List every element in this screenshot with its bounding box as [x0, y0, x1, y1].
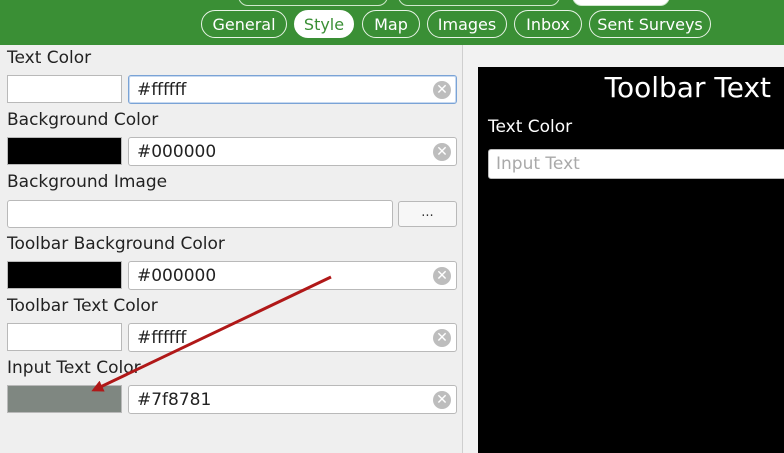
toolbar-background-color-input[interactable] — [129, 262, 419, 289]
clear-icon[interactable]: ✕ — [433, 143, 451, 161]
input-text-color-field[interactable]: ✕ — [128, 385, 457, 414]
toolbar-text-color-swatch[interactable] — [7, 323, 122, 351]
tab-sent-surveys[interactable]: Sent Surveys — [589, 10, 711, 38]
style-preview: Toolbar Text Text Color Input Text — [478, 67, 784, 453]
tab-general[interactable]: General — [201, 10, 287, 38]
toolbar-text-color-label: Toolbar Text Color — [7, 296, 158, 316]
clear-icon[interactable]: ✕ — [433, 267, 451, 285]
clear-icon[interactable]: ✕ — [433, 391, 451, 409]
upper-tab-row-item[interactable] — [398, 0, 560, 6]
toolbar-background-color-label: Toolbar Background Color — [7, 234, 225, 254]
clear-icon[interactable]: ✕ — [433, 329, 451, 347]
background-color-field[interactable]: ✕ — [128, 137, 457, 166]
preview-toolbar-text: Toolbar Text — [604, 71, 771, 104]
upper-tab-row-active-item[interactable] — [572, 0, 670, 6]
toolbar-background-color-field[interactable]: ✕ — [128, 261, 457, 290]
tab-inbox[interactable]: Inbox — [514, 10, 582, 38]
tab-style[interactable]: Style — [294, 10, 354, 38]
preview-text-label: Text Color — [488, 117, 573, 137]
text-color-swatch[interactable] — [7, 75, 122, 103]
input-text-color-input[interactable] — [129, 386, 419, 413]
toolbar-background-color-swatch[interactable] — [7, 261, 122, 289]
background-image-input[interactable] — [7, 200, 393, 228]
upper-tab-row-item[interactable] — [238, 0, 388, 6]
input-text-color-label: Input Text Color — [7, 358, 141, 378]
background-color-swatch[interactable] — [7, 137, 122, 165]
input-text-color-swatch[interactable] — [7, 385, 122, 413]
background-color-input[interactable] — [129, 138, 419, 165]
background-image-label: Background Image — [7, 172, 168, 192]
toolbar-text-color-input[interactable] — [129, 324, 419, 351]
clear-icon[interactable]: ✕ — [433, 81, 451, 99]
text-color-input[interactable] — [129, 76, 419, 103]
background-color-label: Background Color — [7, 110, 159, 130]
browse-button[interactable]: ... — [398, 201, 457, 227]
text-color-label: Text Color — [7, 48, 92, 68]
style-settings-panel: Text Color ✕ Background Color ✕ Backgrou… — [0, 45, 462, 453]
tab-images[interactable]: Images — [427, 10, 507, 38]
tab-map[interactable]: Map — [362, 10, 420, 38]
top-nav-bar: General Style Map Images Inbox Sent Surv… — [0, 0, 784, 45]
preview-input: Input Text — [488, 149, 784, 179]
toolbar-text-color-field[interactable]: ✕ — [128, 323, 457, 352]
text-color-field[interactable]: ✕ — [128, 75, 457, 104]
